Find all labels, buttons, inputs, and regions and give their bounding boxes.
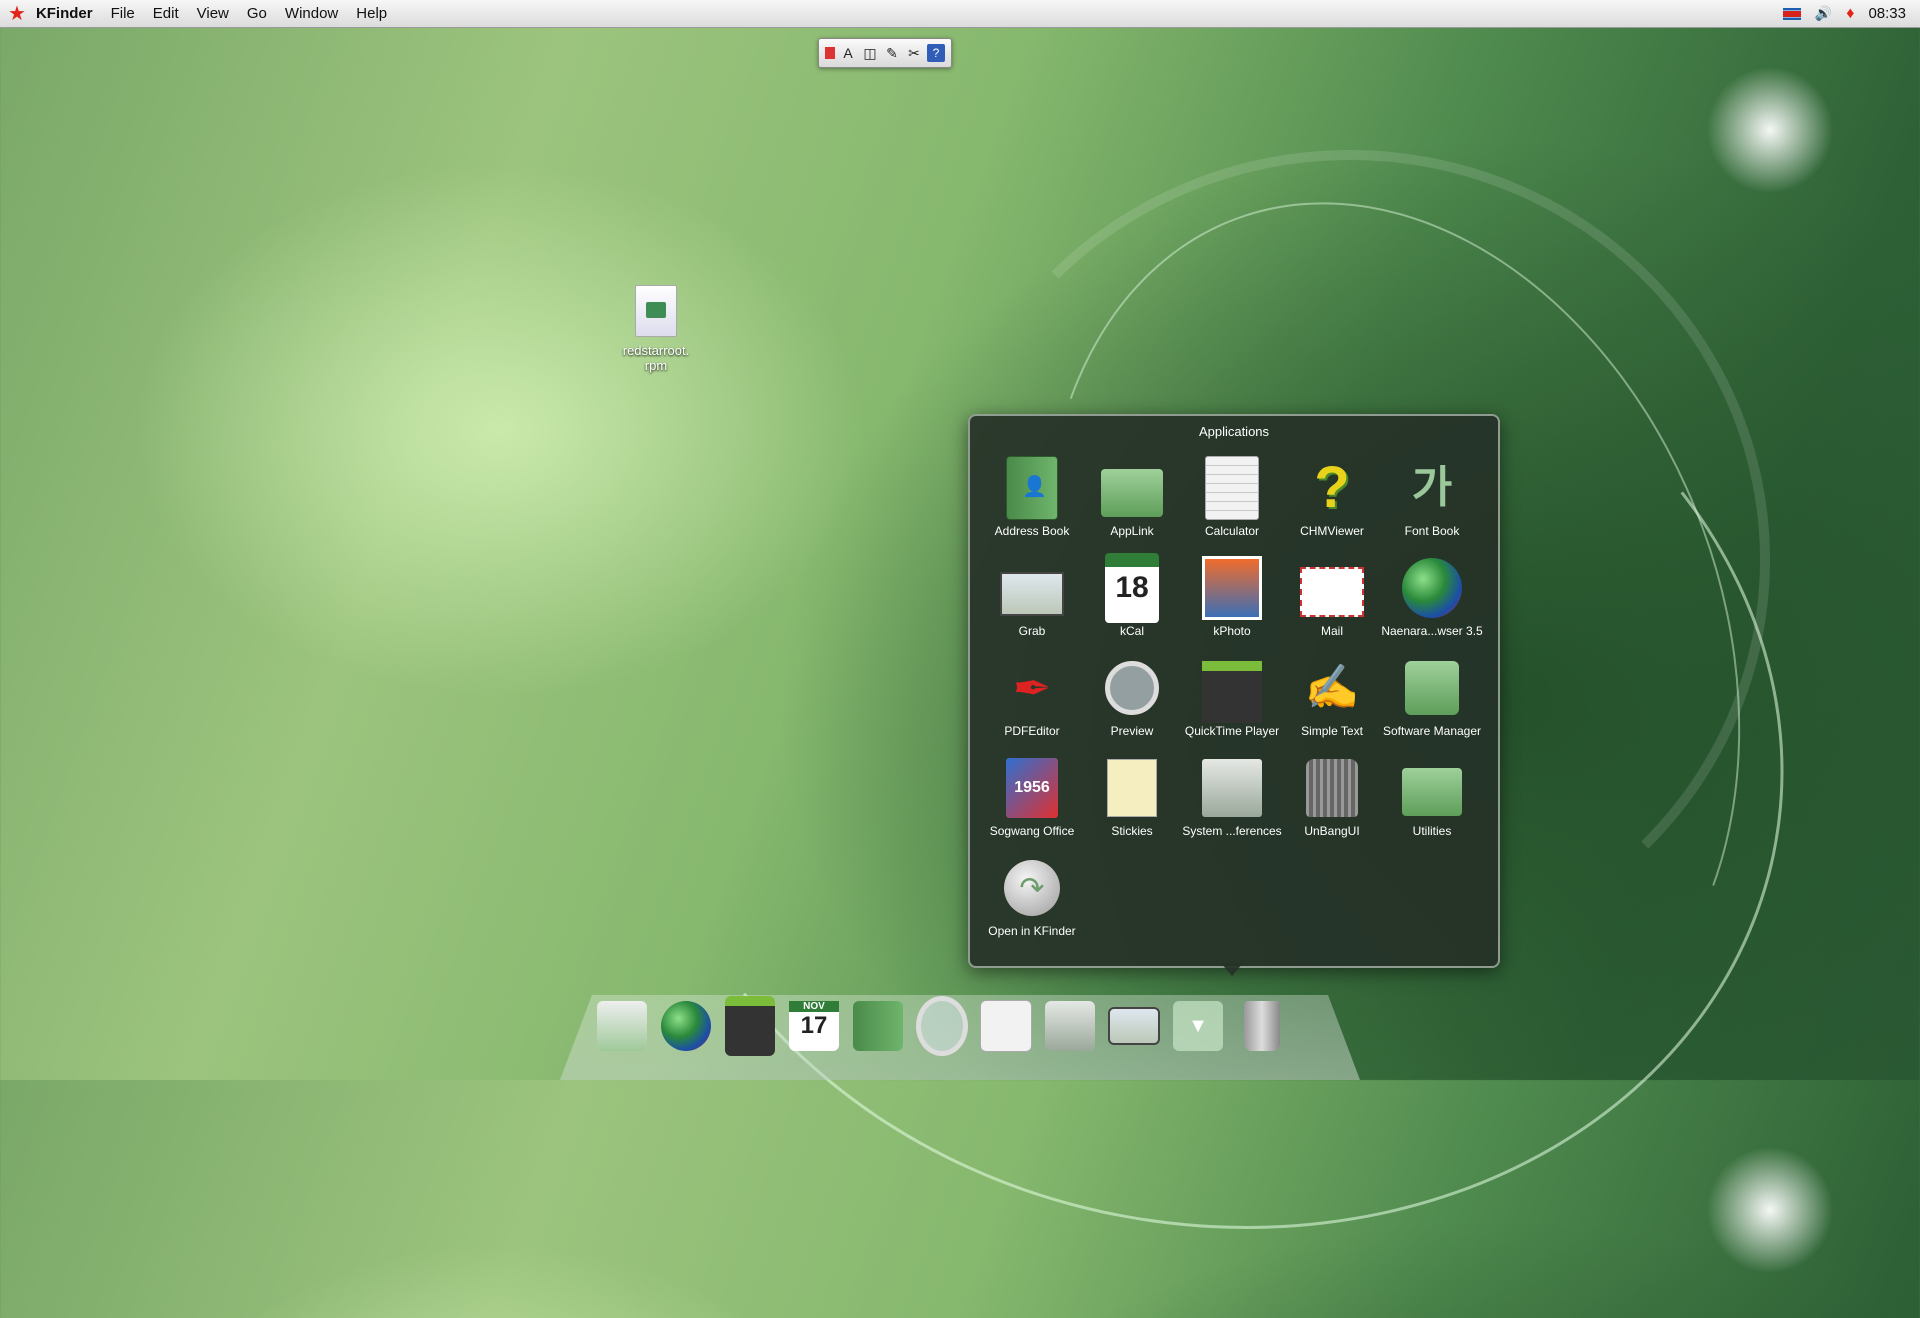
app-preview[interactable]: Preview (1082, 656, 1182, 756)
kfinder-icon (597, 1001, 647, 1051)
menu-file[interactable]: File (111, 5, 135, 22)
app-kphoto[interactable]: kPhoto (1182, 556, 1282, 656)
system-preferences-icon (1045, 1001, 1095, 1051)
tools-icon[interactable]: ✂ (905, 44, 923, 62)
menu-bar: ★ KFinder File Edit View Go Window Help … (0, 0, 1920, 28)
grab-icon (1108, 1007, 1160, 1045)
pdf-editor-icon: ✒ (1012, 662, 1052, 714)
trash-icon (1244, 1001, 1280, 1051)
dock-applications-stack[interactable]: ▼ (1172, 996, 1224, 1056)
panel-icon[interactable]: ◫ (861, 44, 879, 62)
app-kcal[interactable]: 18 kCal (1082, 553, 1182, 656)
menu-go[interactable]: Go (247, 5, 267, 22)
unbangui-icon (1306, 759, 1358, 817)
app-address-book[interactable]: Address Book (982, 456, 1082, 556)
text-icon[interactable]: A (839, 44, 857, 62)
dock-calculator[interactable] (980, 996, 1032, 1056)
naenara-browser-icon (661, 1001, 711, 1051)
kphoto-icon (1202, 556, 1262, 620)
app-chmviewer[interactable]: ? CHMViewer (1282, 456, 1382, 556)
app-naenara-browser[interactable]: Naenara...wser 3.5 (1381, 556, 1483, 656)
dock-kcal[interactable]: NOV 17 (788, 996, 840, 1056)
red-marker-icon[interactable] (825, 47, 835, 59)
flame-status-icon[interactable]: ♦ (1846, 5, 1854, 23)
dock-grab[interactable] (1108, 996, 1160, 1056)
quicktime-icon (725, 996, 775, 1056)
status-area: 🔊 ♦ 08:33 (1782, 5, 1906, 23)
chmviewer-icon: ? (1314, 455, 1350, 520)
mail-icon (1300, 567, 1364, 617)
dock-address-book[interactable] (852, 996, 904, 1056)
font-book-icon: 가 (1411, 462, 1453, 513)
desktop-file-redstarroot[interactable]: redstarroot. rpm (600, 285, 712, 373)
grab-icon (1000, 572, 1064, 616)
kcal-icon: 18 (1105, 553, 1159, 623)
preview-icon (1105, 661, 1159, 715)
naenara-browser-icon (1402, 558, 1462, 618)
simple-text-icon: ✍ (1304, 663, 1360, 712)
address-book-icon (1006, 456, 1058, 520)
pen-icon[interactable]: ✎ (883, 44, 901, 62)
app-quicktime[interactable]: QuickTime Player (1182, 656, 1282, 756)
app-grab[interactable]: Grab (982, 556, 1082, 656)
dock-kfinder[interactable] (596, 996, 648, 1056)
applications-stack-icon: ▼ (1173, 1001, 1223, 1051)
open-in-kfinder-button[interactable]: ↷ Open in KFinder (982, 856, 1082, 956)
menu-help[interactable]: Help (356, 5, 387, 22)
dock-naenara-browser[interactable] (660, 996, 712, 1056)
app-simple-text[interactable]: ✍ Simple Text (1282, 656, 1382, 756)
calculator-icon (1205, 456, 1259, 520)
open-arrow-icon: ↷ (1004, 860, 1060, 916)
quicktime-icon (1202, 661, 1262, 723)
app-sogwang-office[interactable]: 1956 Sogwang Office (982, 756, 1082, 856)
app-software-manager[interactable]: Software Manager (1382, 656, 1482, 756)
stack-title: Applications (1198, 424, 1270, 439)
applink-folder-icon (1101, 469, 1163, 517)
app-grid: Address Book AppLink Calculator ? CHMVie… (982, 456, 1482, 956)
app-system-preferences[interactable]: System ...ferences (1182, 756, 1282, 856)
dock-icons: NOV 17 ▼ (596, 996, 1288, 1056)
app-pdfeditor[interactable]: ✒ PDFEditor (982, 656, 1082, 756)
app-name-menu[interactable]: KFinder (36, 5, 93, 22)
clock[interactable]: 08:33 (1868, 5, 1906, 22)
preview-icon (916, 996, 968, 1056)
desktop-file-label: redstarroot. rpm (622, 343, 690, 373)
app-calculator[interactable]: Calculator (1182, 456, 1282, 556)
stickies-icon (1107, 759, 1157, 817)
app-font-book[interactable]: 가 Font Book (1382, 456, 1482, 556)
app-unbangui[interactable]: UnBangUI (1282, 756, 1382, 856)
volume-icon[interactable]: 🔊 (1815, 5, 1832, 22)
utilities-folder-icon (1402, 768, 1462, 816)
keyboard-flag-icon[interactable] (1782, 7, 1801, 20)
menu-edit[interactable]: Edit (153, 5, 179, 22)
dock-preview[interactable] (916, 996, 968, 1056)
applications-stack: Applications Address Book AppLink Calcul… (968, 414, 1500, 968)
app-utilities[interactable]: Utilities (1382, 756, 1482, 856)
dock-calendar-month: NOV (789, 1001, 839, 1012)
input-toolbar: A ◫ ✎ ✂ ? (818, 38, 952, 68)
kcal-icon: NOV 17 (789, 1001, 839, 1051)
dock-calendar-day: 17 (800, 1012, 828, 1039)
red-star-logo-icon[interactable]: ★ (8, 1, 26, 26)
software-manager-icon (1405, 661, 1459, 715)
address-book-icon (853, 1001, 903, 1051)
dock-trash[interactable] (1236, 996, 1288, 1056)
app-applink[interactable]: AppLink (1082, 456, 1182, 556)
help-icon[interactable]: ? (927, 44, 945, 62)
menu-window[interactable]: Window (285, 5, 338, 22)
menu-view[interactable]: View (197, 5, 229, 22)
calculator-icon (980, 1000, 1032, 1052)
app-stickies[interactable]: Stickies (1082, 756, 1182, 856)
dock-system-preferences[interactable] (1044, 996, 1096, 1056)
dock-quicktime[interactable] (724, 996, 776, 1056)
app-mail[interactable]: Mail (1282, 556, 1382, 656)
system-preferences-icon (1202, 759, 1262, 817)
stack-pointer-arrow (1221, 963, 1243, 976)
rpm-package-icon[interactable] (635, 285, 677, 337)
sogwang-office-icon: 1956 (1006, 758, 1058, 818)
